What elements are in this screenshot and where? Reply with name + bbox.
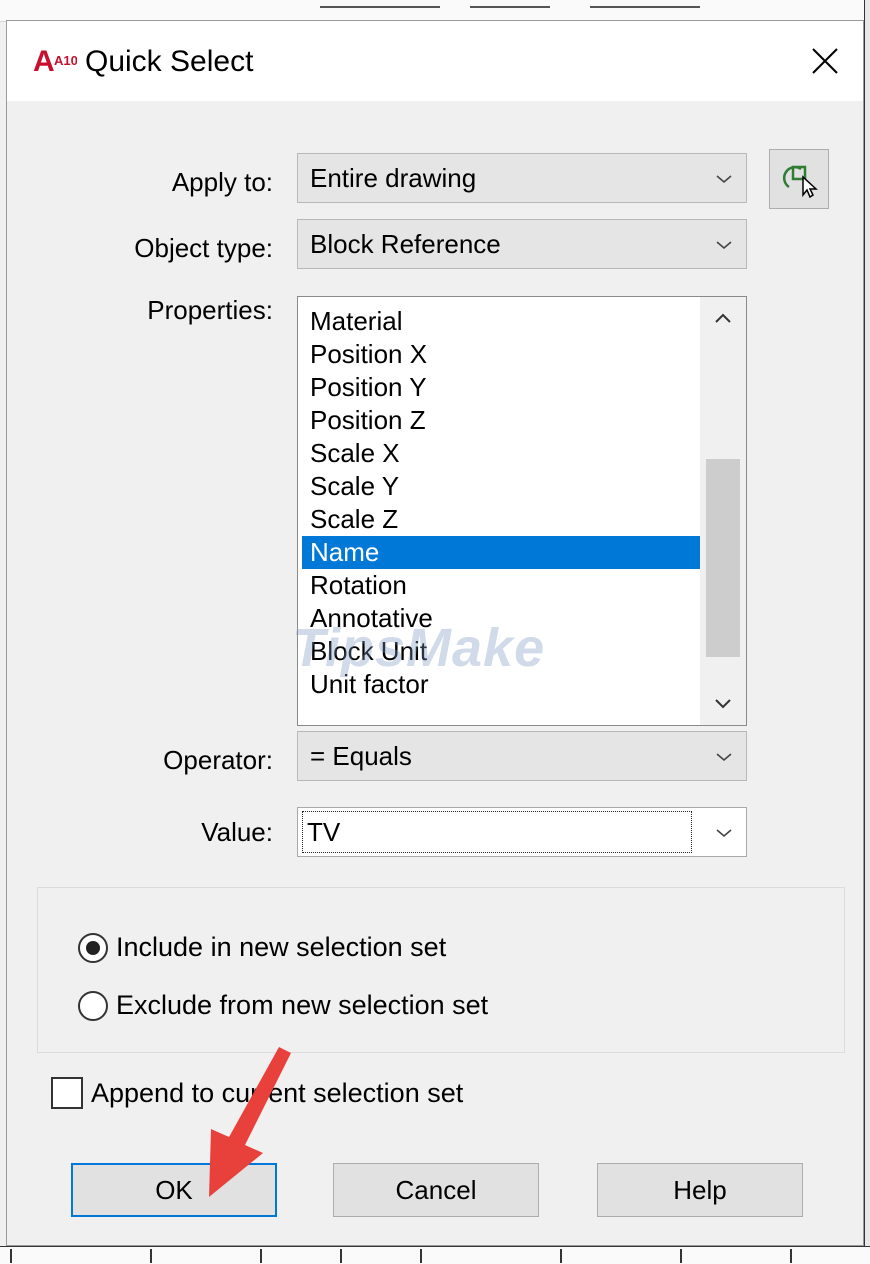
include-radio-label: Include in new selection set xyxy=(116,932,447,962)
properties-list: Material Position X Position Y Position … xyxy=(302,305,700,701)
chevron-down-icon xyxy=(716,175,732,184)
list-item[interactable]: Block Unit xyxy=(302,635,700,668)
exclude-radio[interactable] xyxy=(78,990,108,1021)
list-item[interactable]: Position Z xyxy=(302,404,700,437)
object-type-value: Block Reference xyxy=(310,228,501,259)
list-item-selected[interactable]: Name xyxy=(302,536,700,569)
list-item[interactable]: Scale Z xyxy=(302,503,700,536)
background-drawing-bottom xyxy=(0,1246,870,1264)
properties-scrollbar[interactable] xyxy=(700,297,746,725)
apply-to-dropdown[interactable]: Entire drawing xyxy=(297,153,747,203)
exclude-radio-option[interactable]: Exclude from new selection set xyxy=(78,990,488,1021)
value-combobox[interactable]: TV xyxy=(297,807,747,857)
drawing-stroke xyxy=(470,6,550,8)
value-input[interactable]: TV xyxy=(302,811,692,853)
exclude-radio-label: Exclude from new selection set xyxy=(116,990,489,1020)
operator-dropdown[interactable]: = Equals xyxy=(297,731,747,781)
dialog-title: Quick Select xyxy=(85,45,254,78)
object-type-dropdown[interactable]: Block Reference xyxy=(297,219,747,269)
cancel-button[interactable]: Cancel xyxy=(333,1163,539,1217)
properties-listbox[interactable]: Material Position X Position Y Position … xyxy=(297,296,747,726)
how-to-apply-group: Include in new selection set Exclude fro… xyxy=(37,887,845,1053)
drawing-stroke xyxy=(320,6,440,8)
ok-button-label: OK xyxy=(155,1174,193,1205)
chevron-down-icon xyxy=(715,699,731,709)
title-bar: A A10 Quick Select xyxy=(7,21,863,101)
ok-button[interactable]: OK xyxy=(71,1163,277,1217)
value-label: Value: xyxy=(201,817,273,847)
svg-text:A10: A10 xyxy=(54,53,77,68)
operator-value: = Equals xyxy=(310,740,412,771)
list-item[interactable]: Unit factor xyxy=(302,668,700,701)
drawing-stroke xyxy=(150,1249,152,1263)
drawing-stroke xyxy=(10,1249,12,1263)
apply-to-value: Entire drawing xyxy=(310,162,477,193)
autocad-app-icon: A A10 xyxy=(33,41,78,81)
quick-select-dialog: A A10 Quick Select Apply to: Entire draw… xyxy=(6,20,864,1246)
list-item[interactable]: Scale X xyxy=(302,437,700,470)
append-checkbox[interactable] xyxy=(51,1077,83,1109)
list-item[interactable]: Scale Y xyxy=(302,470,700,503)
list-item[interactable]: Position Y xyxy=(302,371,700,404)
list-item[interactable]: Rotation xyxy=(302,569,700,602)
drawing-stroke xyxy=(590,6,700,8)
list-item[interactable]: Material xyxy=(302,305,700,338)
chevron-down-icon xyxy=(716,753,732,762)
chevron-down-icon xyxy=(716,241,732,250)
background-drawing-right xyxy=(864,0,870,1264)
object-type-label: Object type: xyxy=(134,233,273,263)
list-item[interactable]: Annotative xyxy=(302,602,700,635)
scroll-up-button[interactable] xyxy=(700,299,746,339)
include-radio[interactable] xyxy=(78,932,108,963)
help-button-label: Help xyxy=(673,1174,727,1205)
background-drawing-top xyxy=(0,0,870,22)
select-objects-icon xyxy=(782,165,818,199)
drawing-stroke xyxy=(560,1249,562,1263)
scroll-thumb[interactable] xyxy=(706,459,740,657)
svg-text:A: A xyxy=(33,45,55,78)
operator-label: Operator: xyxy=(163,745,273,775)
select-objects-button[interactable] xyxy=(769,149,829,209)
drawing-stroke xyxy=(790,1249,792,1263)
close-button[interactable] xyxy=(803,39,847,83)
drawing-stroke xyxy=(680,1249,682,1263)
close-icon xyxy=(812,48,838,74)
chevron-down-icon xyxy=(716,829,732,838)
include-radio-option[interactable]: Include in new selection set xyxy=(78,932,446,963)
drawing-stroke xyxy=(420,1249,422,1263)
append-checkbox-label: Append to current selection set xyxy=(91,1077,464,1108)
drawing-stroke xyxy=(340,1249,342,1263)
scroll-down-button[interactable] xyxy=(700,683,746,723)
apply-to-label: Apply to: xyxy=(171,167,273,197)
append-checkbox-option[interactable]: Append to current selection set xyxy=(51,1077,463,1109)
chevron-up-icon xyxy=(715,313,731,323)
drawing-stroke xyxy=(260,1249,262,1263)
help-button[interactable]: Help xyxy=(597,1163,803,1217)
properties-label: Properties: xyxy=(147,295,273,325)
cancel-button-label: Cancel xyxy=(395,1174,477,1205)
list-item[interactable]: Position X xyxy=(302,338,700,371)
